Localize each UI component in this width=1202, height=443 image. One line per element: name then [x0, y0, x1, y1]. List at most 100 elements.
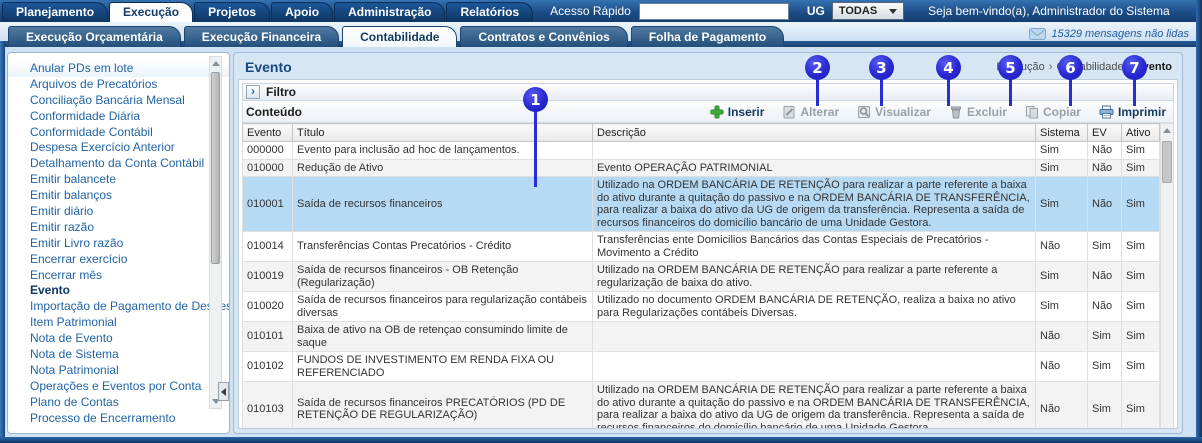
- application-window: Planejamento Execução Projetos Apoio Adm…: [0, 0, 1202, 443]
- events-table-wrap: Evento Título Descrição Sistema EV Ativo…: [242, 123, 1174, 429]
- col-header-ev[interactable]: EV: [1088, 124, 1122, 142]
- tab-apoio[interactable]: Apoio: [271, 2, 333, 22]
- annotation-circle-3: 3: [869, 55, 894, 80]
- insert-button[interactable]: Inserir: [710, 105, 765, 119]
- sidebar-item-encerrar-exercicio[interactable]: Encerrar exercício: [8, 252, 229, 268]
- ug-select-value: TODAS: [839, 5, 877, 17]
- welcome-text: Seja bem-vindo(a), Administrador do Sist…: [928, 4, 1169, 18]
- sidebar-collapse-handle[interactable]: [218, 382, 229, 401]
- sidebar-item-emitir-diario[interactable]: Emitir diário: [8, 204, 229, 220]
- cell-descricao: Utilizado no documento ORDEM BANCÁRIA DE…: [593, 292, 1036, 322]
- sidebar-item-detalhamento-conta[interactable]: Detalhamento da Conta Contábil: [8, 156, 229, 172]
- unread-messages-link[interactable]: 15329 mensagens não lidas: [1029, 27, 1189, 41]
- cell-evento: 010020: [243, 292, 293, 322]
- sidebar-menu: Anular PDs em lote Arquivos de Precatóri…: [8, 53, 229, 426]
- sidebar-item-nota-de-sistema[interactable]: Nota de Sistema: [8, 347, 229, 363]
- view-button[interactable]: Visualizar: [857, 105, 931, 119]
- content-label: Conteúdo: [246, 105, 302, 119]
- sidebar-item-arquivos-precatorios[interactable]: Arquivos de Precatórios: [8, 77, 229, 93]
- sidebar-scrollbar[interactable]: [209, 56, 222, 409]
- annotation-stem-2: [816, 79, 819, 106]
- sidebar-item-emitir-razao[interactable]: Emitir razão: [8, 220, 229, 236]
- cell-sistema: Sim: [1036, 142, 1088, 160]
- cell-evento: 010103: [243, 382, 293, 430]
- col-header-ativo[interactable]: Ativo: [1122, 124, 1160, 142]
- table-row[interactable]: 010014 Transferências Contas Precatórios…: [243, 232, 1160, 262]
- scroll-up-icon[interactable]: [1163, 128, 1171, 133]
- cell-ativo: Sim: [1122, 292, 1160, 322]
- filter-expand-icon[interactable]: ›: [246, 85, 260, 99]
- col-header-descricao[interactable]: Descrição: [593, 124, 1036, 142]
- tab-folha-pagamento[interactable]: Folha de Pagamento: [631, 26, 784, 47]
- table-row[interactable]: 010101 Baixa de ativo na OB de retençao …: [243, 322, 1160, 352]
- cell-titulo: Evento para inclusão ad hoc de lançament…: [293, 142, 593, 160]
- sidebar-scrollbar-thumb[interactable]: [211, 72, 220, 264]
- col-header-sistema[interactable]: Sistema: [1036, 124, 1088, 142]
- cell-ativo: Sim: [1122, 352, 1160, 382]
- sidebar-item-emitir-livro-razao[interactable]: Emitir Livro razão: [8, 236, 229, 252]
- sub-nav-bar: Execução Orçamentária Execução Financeir…: [0, 22, 1202, 47]
- sidebar-item-importacao-pagamento[interactable]: Importação de Pagamento de Despesas: [8, 299, 229, 315]
- quick-access-input[interactable]: [639, 3, 789, 20]
- cell-evento: 010001: [243, 177, 293, 232]
- table-header-row: Evento Título Descrição Sistema EV Ativo: [243, 124, 1160, 142]
- scroll-up-icon[interactable]: [212, 61, 220, 66]
- annotation-circle-5: 5: [998, 55, 1023, 80]
- tab-execucao-financeira[interactable]: Execução Financeira: [184, 26, 339, 47]
- tab-contabilidade[interactable]: Contabilidade: [342, 26, 457, 47]
- tab-planejamento[interactable]: Planejamento: [2, 2, 108, 22]
- table-row[interactable]: 010000 Redução de Ativo Evento OPERAÇÃO …: [243, 159, 1160, 177]
- table-row[interactable]: 010103 Saída de recursos financeiros PRE…: [243, 382, 1160, 430]
- edit-button[interactable]: Alterar: [782, 105, 839, 119]
- sidebar-item-encerrar-mes[interactable]: Encerrar mês: [8, 268, 229, 284]
- cell-ev: Sim: [1088, 232, 1122, 262]
- unread-messages-text: 15329 mensagens não lidas: [1051, 28, 1189, 40]
- sidebar-item-item-patrimonial[interactable]: Item Patrimonial: [8, 315, 229, 331]
- table-scrollbar-thumb[interactable]: [1162, 141, 1172, 183]
- sidebar-item-nota-patrimonial[interactable]: Nota Patrimonial: [8, 363, 229, 379]
- sidebar-item-conciliacao-bancaria[interactable]: Conciliação Bancária Mensal: [8, 93, 229, 109]
- tab-contratos-convenios[interactable]: Contratos e Convênios: [460, 26, 627, 47]
- sidebar-item-conformidade-contabil[interactable]: Conformidade Contábil: [8, 125, 229, 141]
- sidebar-item-nota-de-evento[interactable]: Nota de Evento: [8, 331, 229, 347]
- breadcrumb-separator: ›: [1049, 61, 1053, 73]
- sidebar-item-plano-de-contas[interactable]: Plano de Contas: [8, 395, 229, 411]
- sidebar-item-emitir-balancos[interactable]: Emitir balanços: [8, 188, 229, 204]
- sidebar-item-conformidade-diaria[interactable]: Conformidade Diária: [8, 109, 229, 125]
- cell-ev: Sim: [1088, 352, 1122, 382]
- delete-button[interactable]: Excluir: [949, 105, 1007, 119]
- table-row-selected[interactable]: 010001 Saída de recursos financeiros Uti…: [243, 177, 1160, 232]
- col-header-evento[interactable]: Evento: [243, 124, 293, 142]
- tab-projetos[interactable]: Projetos: [194, 2, 270, 22]
- table-scrollbar[interactable]: [1160, 123, 1174, 429]
- cell-evento: 010019: [243, 262, 293, 292]
- table-row[interactable]: 000000 Evento para inclusão ad hoc de la…: [243, 142, 1160, 160]
- cell-titulo: Transferências Contas Precatórios - Créd…: [293, 232, 593, 262]
- view-button-label: Visualizar: [875, 105, 931, 119]
- sidebar-item-evento[interactable]: Evento: [8, 283, 229, 299]
- annotation-stem-4: [947, 79, 950, 106]
- tab-administracao[interactable]: Administração: [334, 2, 445, 22]
- filter-label: Filtro: [266, 85, 296, 99]
- chevron-down-icon: [889, 9, 897, 14]
- table-row[interactable]: 010020 Saída de recursos financeiros par…: [243, 292, 1160, 322]
- table-row[interactable]: 010102 FUNDOS DE INVESTIMENTO EM RENDA F…: [243, 352, 1160, 382]
- cell-sistema: Sim: [1036, 262, 1088, 292]
- sidebar-item-despesa-exercicio[interactable]: Despesa Exercício Anterior: [8, 140, 229, 156]
- cell-ativo: Sim: [1122, 262, 1160, 292]
- ug-select[interactable]: TODAS: [832, 2, 904, 20]
- sidebar-item-processo-encerramento[interactable]: Processo de Encerramento: [8, 411, 229, 427]
- col-header-titulo[interactable]: Título: [293, 124, 593, 142]
- tab-execucao[interactable]: Execução: [109, 2, 193, 22]
- annotation-stem-1: [534, 109, 537, 187]
- sidebar-item-operacoes-eventos[interactable]: Operações e Eventos por Conta: [8, 379, 229, 395]
- cell-evento: 010102: [243, 352, 293, 382]
- cell-titulo: Saída de recursos financeiros PRECATÓRIO…: [293, 382, 593, 430]
- print-button[interactable]: Imprimir: [1099, 105, 1166, 119]
- copy-button[interactable]: Copiar: [1025, 105, 1081, 119]
- table-row[interactable]: 010019 Saída de recursos financeiros - O…: [243, 262, 1160, 292]
- tab-execucao-orcamentaria[interactable]: Execução Orçamentária: [8, 26, 181, 47]
- sidebar-item-anular-pds[interactable]: Anular PDs em lote: [8, 61, 229, 77]
- sidebar-item-emitir-balancete[interactable]: Emitir balancete: [8, 172, 229, 188]
- tab-relatorios[interactable]: Relatórios: [446, 2, 533, 22]
